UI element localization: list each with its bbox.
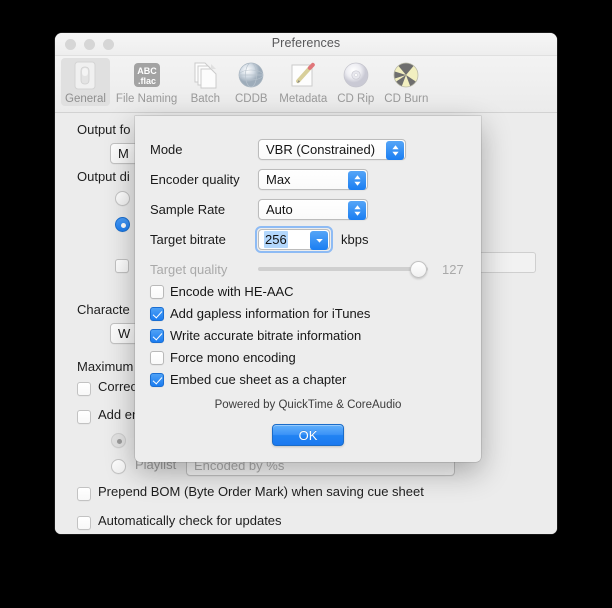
checkbox-box[interactable] bbox=[150, 328, 164, 343]
tab-cd-rip[interactable]: CD Rip bbox=[333, 58, 378, 106]
checkbox-he-aac[interactable]: Encode with HE-AAC bbox=[150, 284, 294, 299]
tab-cd-burn-label: CD Burn bbox=[384, 93, 429, 105]
mode-popup-value: VBR (Constrained) bbox=[266, 141, 376, 157]
prepend-bom-checkbox[interactable] bbox=[77, 487, 91, 501]
output-format-label: Output fo bbox=[77, 122, 131, 137]
correct-checkbox[interactable] bbox=[77, 382, 91, 396]
burn-disc-icon bbox=[391, 60, 421, 92]
maximum-label: Maximum bbox=[77, 359, 134, 374]
checkbox-label: Write accurate bitrate information bbox=[170, 328, 362, 343]
output-dir-radio-1[interactable] bbox=[115, 191, 130, 206]
checkbox-gapless-itunes[interactable]: Add gapless information for iTunes bbox=[150, 306, 370, 321]
target-bitrate-value: 256 bbox=[264, 230, 288, 248]
checkbox-embed-cue-sheet[interactable]: Embed cue sheet as a chapter bbox=[150, 372, 346, 387]
encoder-settings-sheet: Mode VBR (Constrained) Encoder quality M… bbox=[135, 116, 481, 462]
tab-batch[interactable]: Batch bbox=[183, 58, 227, 106]
checkbox-box[interactable] bbox=[150, 372, 164, 387]
tab-cd-rip-label: CD Rip bbox=[337, 93, 375, 105]
encoder-quality-row: Encoder quality Max bbox=[150, 168, 368, 190]
encoder-radio-1[interactable] bbox=[111, 433, 126, 448]
tab-batch-label: Batch bbox=[190, 93, 220, 105]
target-quality-row: Target quality 127 bbox=[150, 258, 466, 280]
window-titlebar: Preferences bbox=[55, 33, 557, 56]
sample-rate-popup[interactable]: Auto bbox=[258, 198, 368, 220]
tab-cddb[interactable]: CDDB bbox=[229, 58, 273, 106]
encoder-quality-value: Max bbox=[266, 171, 291, 187]
correct-label: Correc bbox=[98, 379, 138, 394]
checkbox-label: Encode with HE-AAC bbox=[170, 284, 294, 299]
add-encoder-checkbox[interactable] bbox=[77, 410, 91, 424]
abc-flac-icon: ABC .flac bbox=[131, 60, 163, 92]
encoder-quality-label: Encoder quality bbox=[150, 171, 240, 187]
chevron-down-icon[interactable] bbox=[310, 230, 328, 250]
encoder-quality-popup[interactable]: Max bbox=[258, 168, 368, 190]
documents-icon bbox=[190, 60, 220, 92]
svg-text:ABC: ABC bbox=[137, 66, 157, 76]
cd-disc-icon bbox=[341, 60, 371, 92]
output-dir-checkbox[interactable] bbox=[115, 259, 129, 273]
tab-metadata-label: Metadata bbox=[279, 93, 328, 105]
mode-label: Mode bbox=[150, 141, 183, 157]
sample-rate-row: Sample Rate Auto bbox=[150, 198, 368, 220]
preferences-window: Preferences General ABC .flac File Namin… bbox=[55, 33, 557, 534]
page-title: Preferences bbox=[271, 36, 341, 50]
checkbox-label: Embed cue sheet as a chapter bbox=[170, 372, 347, 387]
switch-icon bbox=[71, 60, 99, 92]
character-label: Characte bbox=[77, 302, 130, 317]
bitrate-unit-label: kbps bbox=[341, 231, 369, 247]
prepend-bom-label: Prepend BOM (Byte Order Mark) when savin… bbox=[98, 484, 424, 499]
mode-popup[interactable]: VBR (Constrained) bbox=[258, 138, 406, 160]
tab-file-naming-label: File Naming bbox=[115, 93, 178, 105]
output-dir-radio-2[interactable] bbox=[115, 217, 130, 232]
checkbox-label: Force mono encoding bbox=[170, 350, 296, 365]
target-bitrate-row: Target bitrate 256 kbps bbox=[150, 225, 369, 253]
add-encoder-label: Add en bbox=[98, 407, 140, 422]
chevron-updown-icon bbox=[386, 140, 404, 160]
auto-update-checkbox[interactable] bbox=[77, 516, 91, 530]
preferences-toolbar: General ABC .flac File Naming Batch CDDB… bbox=[55, 56, 557, 113]
target-bitrate-combo[interactable]: 256 bbox=[258, 228, 330, 250]
checkbox-box[interactable] bbox=[150, 306, 164, 321]
chevron-updown-icon bbox=[348, 200, 366, 220]
sample-rate-value: Auto bbox=[266, 201, 293, 217]
tab-cd-burn[interactable]: CD Burn bbox=[380, 58, 432, 106]
globe-icon bbox=[236, 60, 266, 92]
checkbox-box[interactable] bbox=[150, 284, 164, 299]
svg-text:.flac: .flac bbox=[138, 76, 156, 86]
checkbox-accurate-bitrate[interactable]: Write accurate bitrate information bbox=[150, 328, 361, 343]
ok-button[interactable]: OK bbox=[272, 424, 344, 446]
powered-by-text: Powered by QuickTime & CoreAudio bbox=[214, 399, 402, 411]
checkbox-label: Add gapless information for iTunes bbox=[170, 306, 371, 321]
target-bitrate-label: Target bitrate bbox=[150, 231, 226, 247]
target-quality-slider-track[interactable] bbox=[258, 267, 428, 271]
target-quality-label: Target quality bbox=[150, 261, 228, 277]
tab-general[interactable]: General bbox=[61, 58, 110, 106]
target-quality-slider-knob[interactable] bbox=[410, 260, 427, 278]
tab-file-naming[interactable]: ABC .flac File Naming bbox=[112, 58, 181, 106]
sample-rate-label: Sample Rate bbox=[150, 201, 226, 217]
auto-update-label: Automatically check for updates bbox=[98, 513, 282, 528]
pencil-pad-icon bbox=[288, 60, 318, 92]
mode-row: Mode VBR (Constrained) bbox=[150, 138, 406, 160]
target-quality-value: 127 bbox=[442, 261, 464, 277]
tab-general-label: General bbox=[65, 93, 106, 105]
output-directory-label: Output di bbox=[77, 169, 130, 184]
chevron-updown-icon bbox=[348, 170, 366, 190]
encoder-radio-2[interactable] bbox=[111, 459, 126, 474]
tab-metadata[interactable]: Metadata bbox=[275, 58, 331, 106]
checkbox-force-mono[interactable]: Force mono encoding bbox=[150, 350, 296, 365]
checkbox-box[interactable] bbox=[150, 350, 164, 365]
tab-cddb-label: CDDB bbox=[234, 93, 268, 105]
